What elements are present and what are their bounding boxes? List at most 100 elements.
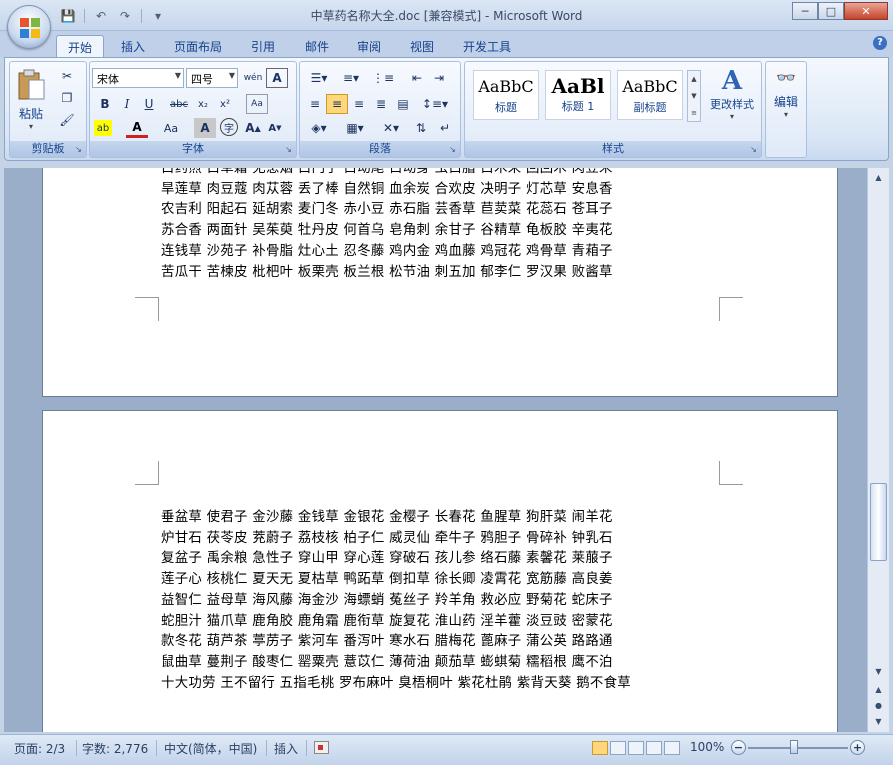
underline-icon[interactable]: U bbox=[138, 94, 160, 114]
font-name-combo[interactable]: 宋体 ▼ bbox=[92, 68, 184, 88]
page-text: 白药煎 白草霜 无患烟 白门子 白动尾 白动身 虫白脂 白木来 回回木 肉豆末旱… bbox=[161, 168, 613, 283]
distributed-icon[interactable]: ▤ bbox=[392, 94, 414, 114]
draft-view-icon[interactable] bbox=[664, 741, 680, 755]
tab-mailings[interactable]: 邮件 bbox=[296, 35, 338, 57]
multilevel-list-icon[interactable]: ⋮≡ bbox=[368, 68, 398, 88]
clipboard-launcher-icon[interactable]: ↘ bbox=[73, 144, 84, 155]
bold-icon[interactable]: B bbox=[94, 94, 116, 114]
style-heading-1[interactable]: AaBl 标题 1 bbox=[545, 70, 611, 120]
align-center-icon[interactable]: ≡ bbox=[326, 94, 348, 114]
paragraph-launcher-icon[interactable]: ↘ bbox=[447, 144, 458, 155]
tab-references[interactable]: 引用 bbox=[242, 35, 284, 57]
align-left-icon[interactable]: ≡ bbox=[304, 94, 326, 114]
outline-view-icon[interactable] bbox=[646, 741, 662, 755]
document-area[interactable]: 白药煎 白草霜 无患烟 白门子 白动尾 白动身 虫白脂 白木来 回回木 肉豆末旱… bbox=[4, 168, 867, 732]
zoom-out-icon[interactable]: − bbox=[731, 740, 746, 755]
zoom-in-icon[interactable]: + bbox=[850, 740, 865, 755]
full-screen-reading-icon[interactable] bbox=[610, 741, 626, 755]
editing-button[interactable]: 👓 编辑 ▾ bbox=[768, 66, 804, 136]
increase-indent-icon[interactable]: ⇥ bbox=[428, 68, 450, 88]
decrease-indent-icon[interactable]: ⇤ bbox=[406, 68, 428, 88]
maximize-button[interactable]: □ bbox=[818, 2, 844, 20]
help-icon[interactable]: ? bbox=[873, 36, 887, 50]
minimize-button[interactable]: ─ bbox=[792, 2, 818, 20]
sort-icon[interactable]: ⇅ bbox=[410, 118, 432, 138]
tab-view[interactable]: 视图 bbox=[401, 35, 443, 57]
paragraph-group: ☰▾ ≡▾ ⋮≡ ⇤ ⇥ ≡ ≡ ≡ ≣ ▤ ↕≡▾ ◈▾ ▦▾ ✕▾ ⇅ ↵ … bbox=[299, 61, 461, 158]
copy-icon[interactable]: ❐ bbox=[56, 88, 78, 108]
align-right-icon[interactable]: ≡ bbox=[348, 94, 370, 114]
clear-formatting-icon[interactable]: Aa bbox=[246, 94, 268, 114]
justify-icon[interactable]: ≣ bbox=[370, 94, 392, 114]
phonetic-guide-icon[interactable]: wén bbox=[242, 68, 264, 88]
chinese-layout-icon[interactable]: ✕▾ bbox=[376, 118, 406, 138]
status-separator bbox=[266, 740, 267, 756]
zoom-level[interactable]: 100% bbox=[690, 740, 724, 754]
tab-insert[interactable]: 插入 bbox=[112, 35, 154, 57]
font-launcher-icon[interactable]: ↘ bbox=[283, 144, 294, 155]
chevron-down-icon: ▾ bbox=[783, 110, 788, 119]
styles-scroller[interactable]: ▲ ▼ ≡ bbox=[687, 70, 701, 122]
status-separator bbox=[306, 740, 307, 756]
web-layout-icon[interactable] bbox=[628, 741, 644, 755]
scroll-up-icon[interactable]: ▲ bbox=[870, 170, 887, 186]
text-line: 蛇胆汁 猫爪草 鹿角胶 鹿角霜 鹿衔草 旋复花 淮山药 淫羊藿 淡豆豉 密蒙花 bbox=[161, 613, 613, 629]
cut-icon[interactable]: ✂ bbox=[56, 66, 78, 86]
browse-object-icon[interactable]: ● bbox=[870, 698, 887, 714]
show-marks-icon[interactable]: ↵ bbox=[434, 118, 456, 138]
insert-mode[interactable]: 插入 bbox=[274, 740, 298, 757]
tab-review[interactable]: 审阅 bbox=[348, 35, 390, 57]
change-case-icon[interactable]: Aa bbox=[160, 118, 182, 138]
tab-home[interactable]: 开始 bbox=[56, 35, 104, 57]
shrink-font-icon[interactable]: A ▼ bbox=[264, 118, 286, 138]
change-styles-button[interactable]: A 更改样式 ▾ bbox=[705, 66, 759, 136]
character-border-icon[interactable]: A bbox=[266, 68, 288, 88]
next-page-icon[interactable]: ▼ bbox=[870, 714, 887, 730]
document-page[interactable]: 白药煎 白草霜 无患烟 白门子 白动尾 白动身 虫白脂 白木来 回回木 肉豆末旱… bbox=[42, 168, 838, 397]
numbering-icon[interactable]: ≡▾ bbox=[336, 68, 366, 88]
format-painter-icon[interactable]: 🖌 bbox=[56, 110, 78, 130]
word-count[interactable]: 字数: 2,776 bbox=[82, 740, 148, 757]
grow-font-icon[interactable]: A ▲ bbox=[242, 118, 264, 138]
font-size-combo[interactable]: 四号 ▼ bbox=[186, 68, 238, 88]
borders-icon[interactable]: ▦▾ bbox=[340, 118, 370, 138]
office-logo-icon bbox=[20, 18, 40, 38]
style-title[interactable]: AaBbC 标题 bbox=[473, 70, 539, 120]
tab-page-layout[interactable]: 页面布局 bbox=[166, 35, 230, 57]
style-subtitle[interactable]: AaBbC 副标题 bbox=[617, 70, 683, 120]
print-layout-view-icon[interactable] bbox=[592, 741, 608, 755]
bullets-icon[interactable]: ☰▾ bbox=[304, 68, 334, 88]
page-text: 垂盆草 使君子 金沙藤 金钱草 金银花 金樱子 长春花 鱼腥草 狗肝菜 闹羊花炉… bbox=[161, 508, 631, 694]
close-button[interactable]: ✕ bbox=[844, 2, 888, 20]
office-button[interactable] bbox=[7, 5, 51, 49]
paste-button[interactable]: 粘贴 ▾ bbox=[14, 66, 48, 136]
character-shading-icon[interactable]: A bbox=[194, 118, 216, 138]
vertical-scrollbar[interactable]: ▲ ▼ ▲ ● ▼ bbox=[867, 168, 889, 732]
previous-page-icon[interactable]: ▲ bbox=[870, 682, 887, 698]
superscript-icon[interactable]: x² bbox=[214, 94, 236, 114]
text-line: 白药煎 白草霜 无患烟 白门子 白动尾 白动身 虫白脂 白木来 回回木 肉豆末 bbox=[161, 168, 613, 176]
styles-launcher-icon[interactable]: ↘ bbox=[748, 144, 759, 155]
shading-icon[interactable]: ◈▾ bbox=[304, 118, 334, 138]
paste-label: 粘贴 bbox=[18, 107, 43, 121]
window-controls: ─ □ ✕ bbox=[792, 2, 888, 20]
scroll-down-icon[interactable]: ▼ bbox=[870, 664, 887, 680]
text-line: 款冬花 葫芦茶 葶苈子 紫河车 番泻叶 寒水石 腊梅花 蓖麻子 蒲公英 路路通 bbox=[161, 634, 613, 650]
font-size-value: 四号 bbox=[191, 73, 213, 86]
zoom-slider-thumb[interactable] bbox=[790, 740, 798, 754]
page-indicator[interactable]: 页面: 2/3 bbox=[14, 740, 65, 757]
macro-recording-icon[interactable] bbox=[314, 741, 329, 754]
highlight-icon[interactable]: ab bbox=[94, 120, 112, 136]
subscript-icon[interactable]: x₂ bbox=[192, 94, 214, 114]
zoom-slider[interactable] bbox=[748, 747, 848, 749]
italic-icon[interactable]: I bbox=[116, 94, 138, 114]
font-color-icon[interactable]: A bbox=[126, 118, 148, 138]
enclose-characters-icon[interactable]: 字 bbox=[220, 118, 238, 136]
language-indicator[interactable]: 中文(简体，中国) bbox=[164, 740, 257, 757]
scroll-thumb[interactable] bbox=[870, 483, 887, 561]
strikethrough-icon[interactable]: abc bbox=[168, 94, 190, 114]
document-page[interactable]: 垂盆草 使君子 金沙藤 金钱草 金银花 金樱子 长春花 鱼腥草 狗肝菜 闹羊花炉… bbox=[42, 410, 838, 732]
status-separator bbox=[156, 740, 157, 756]
tab-developer[interactable]: 开发工具 bbox=[454, 35, 520, 57]
line-spacing-icon[interactable]: ↕≡▾ bbox=[420, 94, 450, 114]
